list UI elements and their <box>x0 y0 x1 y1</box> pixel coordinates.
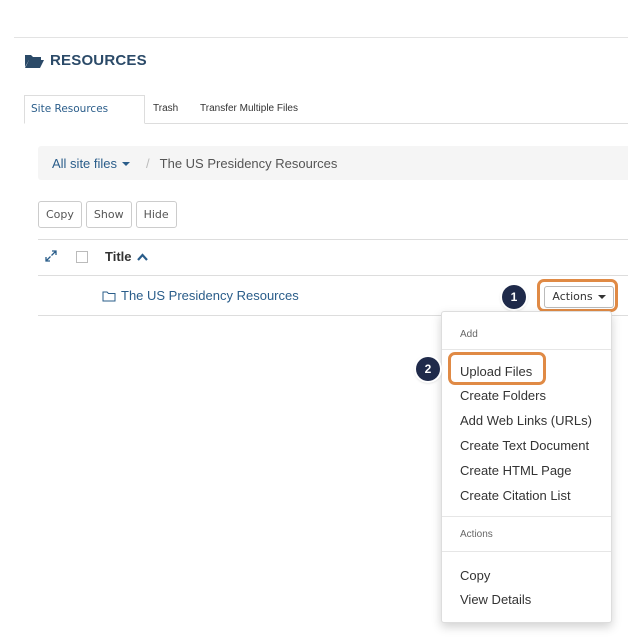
menu-header-actions: Actions <box>460 529 493 540</box>
show-button[interactable]: Show <box>85 201 132 228</box>
menu-item-create-text-document[interactable]: Create Text Document <box>460 438 589 453</box>
title-column-header[interactable]: Title <box>105 249 148 264</box>
menu-divider <box>442 516 611 517</box>
tab-bar: Site Resources Trash Transfer Multiple F… <box>24 95 628 124</box>
menu-item-create-citation-list[interactable]: Create Citation List <box>460 488 571 503</box>
resources-header: RESOURCES <box>24 52 147 69</box>
folder-link[interactable]: The US Presidency Resources <box>102 288 299 303</box>
highlight-upload-files <box>448 352 546 385</box>
hide-button[interactable]: Hide <box>135 201 177 228</box>
highlight-actions <box>537 279 618 312</box>
tab-transfer-multiple-files[interactable]: Transfer Multiple Files <box>194 95 304 122</box>
breadcrumb: All site files / The US Presidency Resou… <box>38 146 628 180</box>
menu-divider <box>442 349 611 350</box>
folder-icon <box>102 291 116 301</box>
copy-button[interactable]: Copy <box>38 201 82 228</box>
breadcrumb-all-site-files[interactable]: All site files <box>52 156 131 171</box>
table-header: Title <box>38 239 628 276</box>
menu-item-create-html-page[interactable]: Create HTML Page <box>460 463 572 478</box>
tab-site-resources[interactable]: Site Resources <box>24 95 145 124</box>
expand-icon[interactable] <box>45 249 57 267</box>
menu-item-view-details[interactable]: View Details <box>460 592 531 607</box>
sort-ascending-icon <box>136 252 148 261</box>
step-2-badge: 2 <box>416 357 440 381</box>
toolbar: Copy Show Hide <box>38 201 177 228</box>
top-divider <box>14 37 628 38</box>
menu-item-add-web-links[interactable]: Add Web Links (URLs) <box>460 413 592 428</box>
page-title: RESOURCES <box>50 52 147 69</box>
menu-item-create-folders[interactable]: Create Folders <box>460 388 546 403</box>
chevron-down-icon <box>122 162 131 167</box>
breadcrumb-current: The US Presidency Resources <box>159 155 338 171</box>
tab-trash[interactable]: Trash <box>147 95 184 122</box>
breadcrumb-separator: / <box>146 155 150 171</box>
menu-header-add: Add <box>460 329 478 340</box>
step-1-badge: 1 <box>502 285 526 309</box>
folder-open-icon <box>24 53 44 69</box>
select-all-checkbox[interactable] <box>76 251 88 263</box>
menu-divider <box>442 551 611 552</box>
menu-item-copy[interactable]: Copy <box>460 568 490 583</box>
